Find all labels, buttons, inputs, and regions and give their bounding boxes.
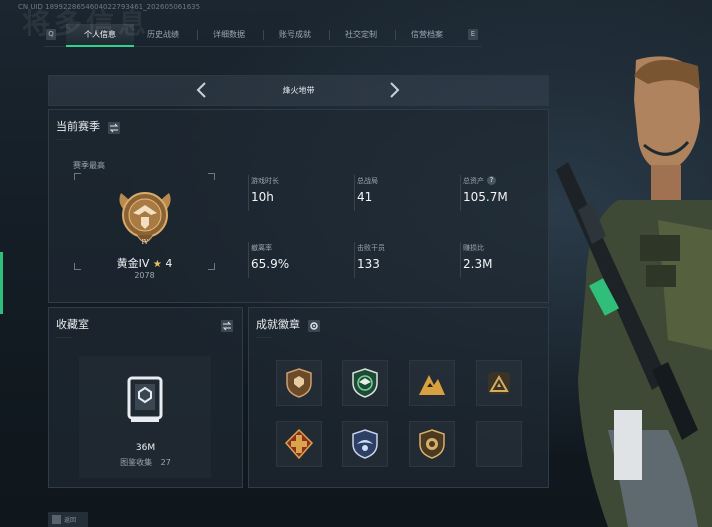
tab-divider <box>263 30 264 40</box>
achievements-title: 成就徽章 <box>256 318 300 331</box>
back-hint-label: 返回 <box>64 517 77 524</box>
tab-achievements[interactable]: 账号成就 <box>266 24 324 46</box>
gold-triangle-icon <box>488 372 510 394</box>
blue-wing-shield-icon <box>352 429 378 459</box>
stat-playtime: 游戏时长 10h <box>248 175 346 212</box>
tab-archive[interactable]: 信营档案 <box>398 24 456 46</box>
green-eagle-shield-icon <box>352 368 378 398</box>
badge-slot[interactable] <box>276 360 322 406</box>
stat-label: 总战局 <box>357 177 378 185</box>
star-icon: ★ <box>152 259 162 270</box>
tab-divider <box>395 30 396 40</box>
badge-slot[interactable] <box>342 421 388 467</box>
gold-medal-shield-icon <box>419 429 445 459</box>
title-underline <box>56 337 72 338</box>
stat-value: 65.9% <box>251 257 290 271</box>
rank-tier: 黄金IV <box>116 257 150 270</box>
rank-name: 黄金IV ★ 4 <box>74 255 215 271</box>
stat-value: 2.3M <box>463 257 493 271</box>
tab-divider <box>329 30 330 40</box>
badge-slot[interactable] <box>409 421 455 467</box>
stat-label: 撤离率 <box>251 244 272 252</box>
badge-slot[interactable] <box>476 360 522 406</box>
title-underline <box>256 337 272 338</box>
stat-divider <box>248 175 249 211</box>
stat-total-matches: 总战局 41 <box>354 175 452 212</box>
bronze-shield-emblem-icon <box>286 368 312 398</box>
stat-label: 击败干员 <box>357 244 385 252</box>
title-underline <box>56 139 72 140</box>
stat-kills: 击败干员 133 <box>354 242 452 279</box>
stat-label: 总资产? <box>463 176 496 186</box>
achievements-panel[interactable]: 成就徽章 <box>248 307 549 488</box>
tab-profile[interactable]: 个人信息 <box>66 24 134 47</box>
stat-value: 41 <box>357 190 373 204</box>
display-case-icon <box>127 376 163 422</box>
tab-details[interactable]: 详细数据 <box>200 24 258 46</box>
collection-value: 36M <box>135 443 156 453</box>
tab-history[interactable]: 历史战绩 <box>134 24 192 46</box>
key-icon <box>52 515 61 524</box>
stat-label-text: 总资产 <box>463 177 484 185</box>
back-hint[interactable]: 返回 <box>48 512 88 527</box>
tab-key-right[interactable]: E <box>468 29 478 40</box>
stat-value: 133 <box>357 257 380 271</box>
collection-count-value: 27 <box>160 458 171 467</box>
chevron-right-icon[interactable] <box>385 81 403 99</box>
gear-icon[interactable] <box>308 320 320 332</box>
rank-stars: 4 <box>165 257 173 270</box>
season-panel: 当前赛季 赛季最高 IV 黄金IV ★ 4 2078 游戏时长 10h 总战局 <box>48 109 549 303</box>
tab-social[interactable]: 社交定制 <box>332 24 390 46</box>
stat-divider <box>248 242 249 278</box>
tab-divider <box>197 30 198 40</box>
stat-extract-rate: 撤离率 65.9% <box>248 242 346 279</box>
mode-label: 烽火地带 <box>282 86 315 95</box>
stat-profit-ratio: 赚损比 2.3M <box>460 242 558 279</box>
stat-divider <box>460 175 461 211</box>
stat-value: 10h <box>251 190 274 204</box>
badge-slot[interactable] <box>409 360 455 406</box>
badge-slot-empty[interactable] <box>476 421 522 467</box>
collection-count: 图鉴收集 27 <box>49 457 242 468</box>
stat-label: 赚损比 <box>463 244 484 252</box>
stat-divider <box>460 242 461 278</box>
stat-label: 游戏时长 <box>251 177 279 185</box>
rank-score: 2078 <box>134 271 155 280</box>
help-icon[interactable]: ? <box>487 176 496 185</box>
gold-mountain-icon <box>419 375 445 395</box>
red-gold-cross-icon <box>284 428 314 460</box>
badge-slot[interactable] <box>276 421 322 467</box>
stat-total-assets: 总资产? 105.7M <box>460 175 558 212</box>
stat-divider <box>354 242 355 278</box>
collection-panel[interactable]: 收藏室 36M 图鉴收集 27 <box>48 307 243 488</box>
collection-count-label: 图鉴收集 <box>120 458 153 467</box>
badge-slot[interactable] <box>342 360 388 406</box>
rank-info: 黄金IV ★ 4 2078 <box>74 110 215 290</box>
swap-icon[interactable] <box>221 320 233 332</box>
stat-value: 105.7M <box>463 190 508 204</box>
tab-key-left[interactable]: Q <box>46 29 56 40</box>
mode-selector: 烽火地带 <box>48 75 549 106</box>
uid-text: CN UID 1899228654604022793461_2026050616… <box>18 3 201 11</box>
left-accent-bar <box>0 252 3 314</box>
tab-bar: Q 个人信息 历史战绩 详细数据 账号成就 社交定制 信营档案 E <box>44 24 482 47</box>
collection-title: 收藏室 <box>56 318 89 331</box>
stat-divider <box>354 175 355 211</box>
operator-character-image <box>556 56 712 527</box>
